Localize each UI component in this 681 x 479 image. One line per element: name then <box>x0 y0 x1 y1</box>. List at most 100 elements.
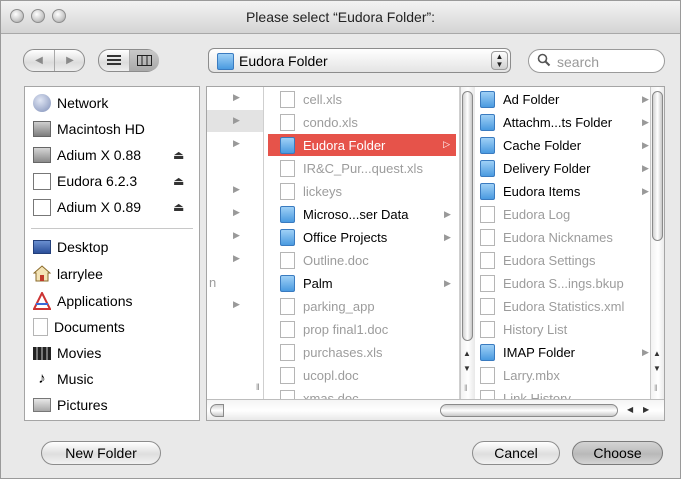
column-1[interactable]: cell.xls condo.xls Eudora Folder ▷ IR&C_… <box>256 87 460 407</box>
document-icon <box>280 366 295 384</box>
list-item[interactable]: condo.xls <box>280 111 456 133</box>
list-item[interactable]: IR&C_Pur...quest.xls <box>280 157 456 179</box>
list-item-label: Eudora Items <box>503 183 581 199</box>
scroll-thumb[interactable] <box>462 91 473 341</box>
column-2-scrollbar[interactable]: ▲ ▼ ‖ <box>650 87 664 399</box>
list-item[interactable]: Ad Folder ▶ <box>480 88 650 110</box>
column-1-scrollbar[interactable]: ▲ ▼ ‖ <box>460 87 475 399</box>
sidebar-item-desktop[interactable]: Desktop <box>33 236 108 258</box>
document-icon <box>280 113 295 131</box>
list-item[interactable]: Delivery Folder ▶ <box>480 157 650 179</box>
sidebar-item-eudora-623[interactable]: Eudora 6.2.3 ⏏ <box>33 170 203 192</box>
list-item[interactable]: Eudora S...ings.bkup <box>480 272 650 294</box>
column-resize-handle[interactable]: ‖ <box>256 382 260 392</box>
eject-icon[interactable]: ⏏ <box>173 148 184 162</box>
pictures-icon <box>33 398 51 412</box>
disclosure-arrow-icon: ▶ <box>233 207 240 217</box>
scroll-right-icon[interactable]: ▶ <box>643 405 649 414</box>
list-item[interactable]: Office Projects ▶ <box>280 226 456 248</box>
document-icon <box>480 297 495 315</box>
list-item-label: Outline.doc <box>303 252 369 268</box>
disclosure-arrow-icon: ▷ <box>443 139 450 149</box>
horizontal-scrollbar[interactable]: ◀ ▶ <box>207 399 664 420</box>
list-item[interactable]: Eudora Nicknames <box>480 226 650 248</box>
folder-icon <box>480 113 495 131</box>
search-field[interactable] <box>528 49 665 73</box>
list-item[interactable]: Attachm...ts Folder ▶ <box>480 111 650 133</box>
document-icon <box>480 320 495 338</box>
list-item[interactable]: Larry.mbx <box>480 364 650 386</box>
sidebar-item-label: larrylee <box>57 266 103 282</box>
eject-icon[interactable]: ⏏ <box>173 200 184 214</box>
scroll-left-icon[interactable]: ◀ <box>627 405 633 414</box>
list-item[interactable]: cell.xls <box>280 88 456 110</box>
folder-icon <box>280 274 295 292</box>
disk-image-icon <box>33 198 51 216</box>
list-item-label: IMAP Folder <box>503 344 576 360</box>
list-item[interactable]: Eudora Settings <box>480 249 650 271</box>
column-0[interactable]: ▶ ▶ ▶ ▶ ▶ ▶ ▶ n ▶ ‖ <box>207 87 264 399</box>
sidebar-item-adium-088[interactable]: Adium X 0.88 ⏏ <box>33 144 203 166</box>
column-2[interactable]: Ad Folder ▶ Attachm...ts Folder ▶ Cache … <box>477 87 664 407</box>
scroll-down-icon[interactable]: ▼ <box>653 364 661 373</box>
sidebar-item-movies[interactable]: Movies <box>33 342 101 364</box>
cancel-button[interactable]: Cancel <box>472 441 560 465</box>
column-resize-handle[interactable]: ‖ <box>464 383 468 393</box>
list-item[interactable]: Outline.doc <box>280 249 456 271</box>
document-icon <box>480 366 495 384</box>
list-item-label: cell.xls <box>303 91 343 107</box>
scroll-thumb[interactable] <box>440 404 618 417</box>
back-button[interactable]: ◀ <box>24 50 55 71</box>
list-item[interactable]: IMAP Folder ▶ <box>480 341 650 363</box>
list-item-selected[interactable]: Eudora Folder ▷ <box>268 134 456 156</box>
list-item-label: condo.xls <box>303 114 358 130</box>
forward-arrow-icon: ▶ <box>66 55 74 66</box>
list-item[interactable]: ucopl.doc <box>280 364 456 386</box>
column-resize-handle[interactable]: ‖ <box>654 383 658 393</box>
document-icon <box>480 228 495 246</box>
list-view-button[interactable] <box>99 50 130 71</box>
search-input[interactable] <box>555 52 659 72</box>
column-view-button[interactable] <box>130 50 159 71</box>
disclosure-arrow-icon: ▶ <box>233 92 240 102</box>
list-item[interactable]: parking_app <box>280 295 456 317</box>
sidebar-item-adium-089[interactable]: Adium X 0.89 ⏏ <box>33 196 203 218</box>
list-item[interactable]: Eudora Log <box>480 203 650 225</box>
sidebar-item-label: Eudora 6.2.3 <box>57 173 138 189</box>
sidebar-item-documents[interactable]: Documents <box>33 316 125 338</box>
list-item-label: Microso...ser Data <box>303 206 409 222</box>
sidebar-item-music[interactable]: ♪ Music <box>33 368 93 390</box>
list-item[interactable]: Eudora Items ▶ <box>480 180 650 202</box>
forward-button[interactable]: ▶ <box>55 50 85 71</box>
disclosure-arrow-icon: ▶ <box>233 299 240 309</box>
scroll-down-icon[interactable]: ▼ <box>463 364 471 373</box>
list-item[interactable]: Microso...ser Data ▶ <box>280 203 456 225</box>
list-item-label: Cache Folder <box>503 137 582 153</box>
list-item[interactable]: History List <box>480 318 650 340</box>
movies-icon <box>33 346 51 360</box>
new-folder-button[interactable]: New Folder <box>41 441 161 465</box>
sidebar-item-pictures[interactable]: Pictures <box>33 394 108 416</box>
list-item-label: purchases.xls <box>303 344 383 360</box>
list-item[interactable]: Palm ▶ <box>280 272 456 294</box>
eject-icon[interactable]: ⏏ <box>173 174 184 188</box>
list-item[interactable]: Cache Folder ▶ <box>480 134 650 156</box>
folder-icon <box>280 205 295 223</box>
list-item[interactable]: purchases.xls <box>280 341 456 363</box>
location-popup[interactable]: Eudora Folder ▲ ▼ <box>208 48 511 73</box>
sidebar-item-applications[interactable]: Applications <box>32 290 133 312</box>
list-item[interactable]: Eudora Statistics.xml <box>480 295 650 317</box>
disclosure-arrow-icon: ▶ <box>642 347 649 357</box>
scroll-up-icon[interactable]: ▲ <box>653 349 661 358</box>
sidebar-item-network[interactable]: Network <box>33 92 108 114</box>
sidebar-item-home[interactable]: larrylee <box>32 263 103 285</box>
scroll-thumb[interactable] <box>652 91 663 241</box>
sidebar-divider <box>31 228 193 229</box>
disk-image-icon <box>33 147 51 163</box>
list-item[interactable]: prop final1.doc <box>280 318 456 340</box>
list-item-label: Eudora Statistics.xml <box>503 298 625 314</box>
scroll-up-icon[interactable]: ▲ <box>463 349 471 358</box>
list-item[interactable]: lickeys <box>280 180 456 202</box>
choose-button[interactable]: Choose <box>572 441 663 465</box>
sidebar-item-macintosh-hd[interactable]: Macintosh HD <box>33 118 145 140</box>
